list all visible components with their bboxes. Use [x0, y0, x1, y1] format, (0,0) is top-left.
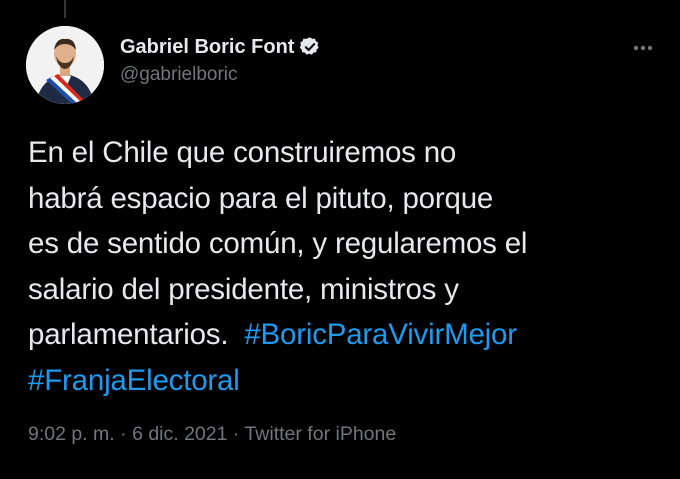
tweet-text-line: es de sentido común, y regularemos el — [28, 227, 528, 260]
meta-separator: · — [120, 423, 127, 445]
user-handle[interactable]: @gabrielboric — [120, 64, 620, 86]
tweet-text-line: habrá espacio para el pituto, porque — [28, 181, 494, 215]
tweet-time[interactable]: 9:02 p. m. — [28, 423, 115, 445]
tweet-metadata: 9:02 p. m. · 6 dic. 2021 · Twitter for i… — [28, 423, 396, 446]
tweet-text-line: salario del presidente, ministros y — [28, 272, 459, 306]
tweet-body: En el Chile que construiremos no habrá e… — [28, 130, 668, 403]
verified-badge-icon — [299, 36, 321, 58]
avatar-photo — [26, 26, 104, 104]
thread-connector-line — [64, 0, 66, 18]
tweet-header: Gabriel Boric Font @gabrielboric — [120, 34, 620, 86]
avatar[interactable] — [26, 26, 104, 104]
tweet-source[interactable]: Twitter for iPhone — [244, 423, 396, 445]
display-name-row: Gabriel Boric Font — [120, 34, 620, 60]
tweet-date[interactable]: 6 dic. 2021 — [132, 423, 227, 445]
tweet-text-line-with-hashtag: parlamentarios. #BoricParaVivirMejor — [28, 312, 668, 358]
display-name[interactable]: Gabriel Boric Font — [120, 36, 294, 59]
more-horizontal-icon[interactable] — [626, 38, 660, 58]
meta-separator: · — [232, 423, 240, 445]
hashtag-link[interactable]: #BoricParaVivirMejor — [244, 318, 517, 351]
tweet-text-line: En el Chile que construiremos no — [28, 136, 457, 169]
tweet-text-line: #FranjaElectoral — [28, 358, 668, 404]
tweet-text-fragment: parlamentarios. — [28, 318, 229, 351]
hashtag-link[interactable]: #FranjaElectoral — [28, 364, 240, 397]
